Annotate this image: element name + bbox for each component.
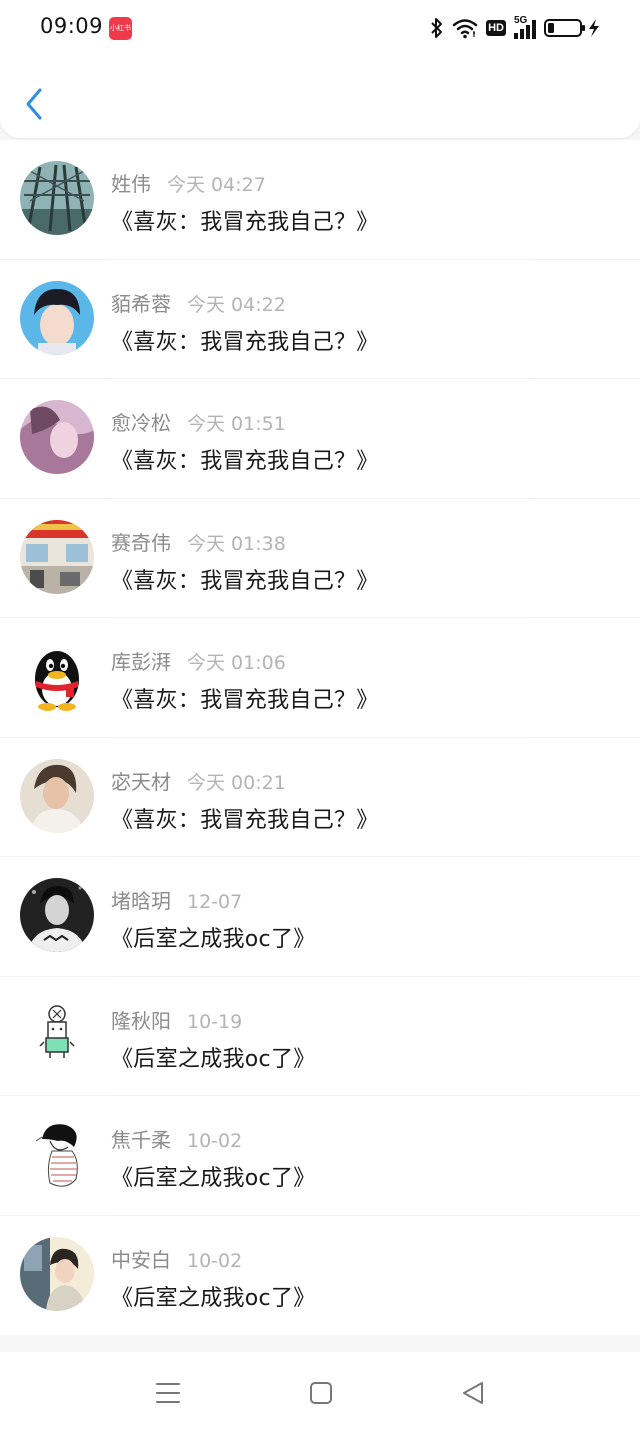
avatar[interactable]: [20, 1236, 94, 1311]
sender-name: 库彭湃 今天 01:06: [111, 646, 286, 675]
message-time: 今天 00:21: [187, 771, 286, 794]
sender-name-text: 赛奇伟: [111, 530, 171, 555]
sender-name: 宓天材 今天 00:21: [111, 766, 286, 795]
sender-name-text: 中安白: [111, 1247, 171, 1272]
status-icons: HD 5G: [430, 14, 600, 42]
menu-icon: [156, 1383, 180, 1403]
message-item[interactable]: 愈冷松 今天 01:51 《喜灰：我冒充我自己？》: [0, 379, 640, 499]
message-item[interactable]: 貊希蓉 今天 04:22 《喜灰：我冒充我自己？》: [0, 260, 640, 379]
avatar[interactable]: [20, 639, 94, 713]
message-item[interactable]: 姓伟 今天 04:27 《喜灰：我冒充我自己？》: [0, 140, 640, 260]
sender-name-text: 隆秋阳: [111, 1008, 171, 1033]
message-preview: 《喜灰：我冒充我自己？》: [111, 449, 379, 474]
message-item[interactable]: 宓天材 今天 00:21 《喜灰：我冒充我自己？》: [0, 738, 640, 857]
sender-name: 貊希蓉 今天 04:22: [111, 288, 286, 317]
sender-name-text: 焦千柔: [111, 1128, 171, 1152]
message-preview: 《喜灰：我冒充我自己？》: [111, 568, 379, 594]
avatar[interactable]: [20, 1117, 94, 1191]
chevron-left-icon: [26, 88, 42, 120]
sender-name-text: 貊希蓉: [111, 291, 171, 316]
avatar[interactable]: [20, 758, 94, 833]
message-preview: 《后室之成我oc了》: [111, 1285, 316, 1311]
sender-name-text: 宓天材: [111, 769, 171, 794]
message-time: 10-19: [187, 1010, 243, 1033]
sender-name-text: 愈冷松: [111, 411, 171, 435]
network-type-label: 5G: [514, 15, 528, 26]
menu-button[interactable]: [153, 1378, 183, 1408]
battery-charging-icon: [544, 19, 599, 37]
app-notification-icon: 小红书: [109, 17, 132, 40]
message-preview: 《后室之成我oc了》: [111, 1166, 316, 1191]
home-square-icon: [310, 1382, 332, 1404]
sender-name-text: 库彭湃: [111, 650, 171, 674]
back-triangle-icon: [463, 1382, 483, 1404]
message-preview: 《喜灰：我冒充我自己？》: [111, 688, 379, 713]
message-item[interactable]: 隆秋阳 10-19 《后室之成我oc了》: [0, 977, 640, 1096]
home-button[interactable]: [306, 1378, 336, 1408]
message-list: 姓伟 今天 04:27 《喜灰：我冒充我自己？》 貊希蓉 今天 04:22 《喜灰：…: [0, 140, 640, 1335]
sender-name: 愈冷松 今天 01:51: [111, 407, 286, 436]
message-preview: 《后室之成我oc了》: [111, 1046, 316, 1072]
message-item[interactable]: 库彭湃 今天 01:06 《喜灰：我冒充我自己？》: [0, 618, 640, 738]
top-bar: 09:09 小红书 HD 5G: [0, 0, 640, 138]
sender-name: 中安白 10-02: [111, 1244, 242, 1273]
back-nav-button[interactable]: [458, 1378, 488, 1408]
message-time: 10-02: [187, 1130, 243, 1152]
message-item[interactable]: 焦千柔 10-02 《后室之成我oc了》: [0, 1096, 640, 1216]
sender-name: 焦千柔 10-02: [111, 1124, 242, 1153]
message-preview: 《喜灰：我冒充我自己？》: [111, 807, 379, 833]
5g-signal-icon: 5G: [514, 15, 536, 39]
avatar[interactable]: [20, 280, 94, 355]
sender-name: 隆秋阳 10-19: [111, 1005, 242, 1034]
sender-name-text: 堵晗玥: [111, 889, 171, 913]
hd-icon: HD: [486, 20, 506, 36]
system-nav-bar: [0, 1352, 640, 1433]
bluetooth-icon: [431, 18, 443, 38]
sender-name: 堵晗玥 12-07: [111, 885, 242, 914]
message-preview: 《喜灰：我冒充我自己？》: [111, 329, 379, 355]
avatar[interactable]: [20, 400, 94, 474]
status-bar: 09:09 小红书 HD 5G: [0, 0, 640, 56]
message-time: 10-02: [187, 1249, 243, 1272]
message-item[interactable]: 中安白 10-02 《后室之成我oc了》: [0, 1216, 640, 1336]
message-time: 今天 04:27: [167, 174, 266, 196]
penguin-icon: [20, 639, 94, 713]
wifi-icon: [452, 19, 478, 39]
message-preview: 《后室之成我oc了》: [111, 927, 316, 952]
message-item[interactable]: 赛奇伟 今天 01:38 《喜灰：我冒充我自己？》: [0, 499, 640, 618]
message-time: 今天 01:51: [187, 413, 286, 435]
avatar[interactable]: [20, 161, 94, 235]
message-time: 今天 01:38: [187, 532, 286, 555]
avatar[interactable]: [20, 997, 94, 1072]
avatar[interactable]: [20, 878, 94, 952]
sender-name: 赛奇伟 今天 01:38: [111, 527, 286, 556]
avatar[interactable]: [20, 519, 94, 594]
message-time: 今天 04:22: [187, 293, 286, 316]
message-item[interactable]: 堵晗玥 12-07 《后室之成我oc了》: [0, 857, 640, 977]
message-time: 今天 01:06: [187, 652, 286, 674]
message-preview: 《喜灰：我冒充我自己？》: [111, 210, 379, 235]
sender-name: 姓伟 今天 04:27: [111, 168, 266, 197]
status-time: 09:09: [40, 14, 104, 38]
sender-name-text: 姓伟: [111, 172, 151, 196]
back-button[interactable]: [18, 84, 52, 124]
message-time: 12-07: [187, 891, 243, 913]
